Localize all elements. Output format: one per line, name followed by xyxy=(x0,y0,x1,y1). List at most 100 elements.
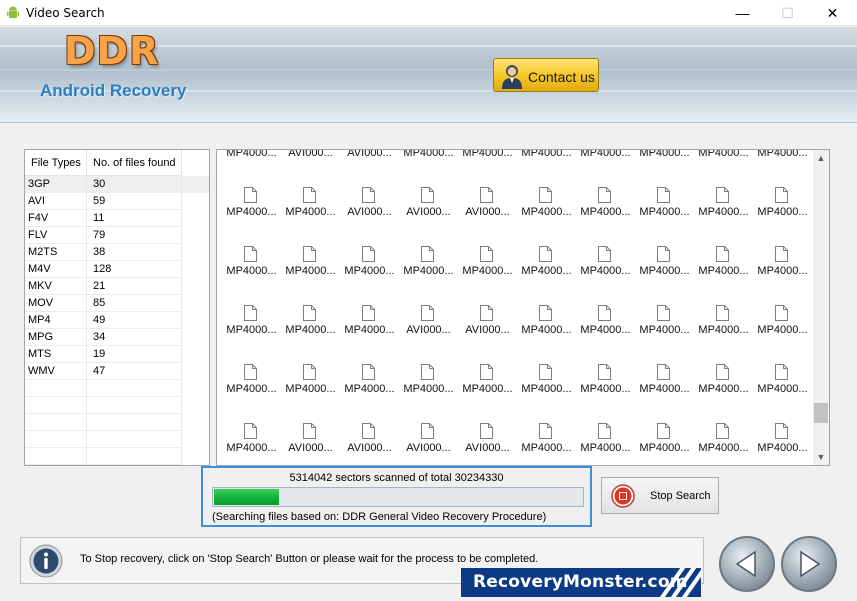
file-item[interactable]: MP4000... xyxy=(222,305,281,355)
file-name: MP4000... xyxy=(403,150,454,159)
minimize-button[interactable]: — xyxy=(720,0,765,26)
next-button[interactable] xyxy=(781,536,837,592)
table-row[interactable]: M4V 128 xyxy=(25,261,209,278)
file-item[interactable]: MP4000... xyxy=(517,187,576,237)
table-row[interactable]: MKV 21 xyxy=(25,278,209,295)
file-item[interactable]: MP4000... xyxy=(281,246,340,296)
file-item[interactable]: MP4000... xyxy=(576,246,635,296)
file-item[interactable]: MP4000... xyxy=(576,305,635,355)
file-item[interactable]: MP4000... xyxy=(635,246,694,296)
file-item[interactable]: MP4000... xyxy=(635,187,694,237)
file-item[interactable]: MP4000... xyxy=(753,423,812,465)
document-icon xyxy=(244,187,257,203)
file-count-cell: 38 xyxy=(87,244,182,261)
file-types-table[interactable]: File Types No. of files found 3GP 30 AVI 59… xyxy=(24,149,210,466)
file-item[interactable]: MP4000... xyxy=(576,423,635,465)
file-item[interactable]: MP4000... xyxy=(694,423,753,465)
table-row[interactable]: M2TS 38 xyxy=(25,244,209,261)
file-item[interactable]: MP4000... xyxy=(753,187,812,237)
file-item[interactable]: MP4000... xyxy=(340,305,399,355)
contact-us-label: Contact us xyxy=(528,69,595,85)
file-item[interactable]: MP4000... xyxy=(399,364,458,414)
table-row[interactable] xyxy=(25,448,209,465)
file-item[interactable]: MP4000... xyxy=(694,150,753,178)
column-header-file-types[interactable]: File Types xyxy=(25,150,87,176)
file-item[interactable]: MP4000... xyxy=(694,187,753,237)
file-item[interactable]: AVI000... xyxy=(340,187,399,237)
file-item[interactable]: AVI000... xyxy=(399,187,458,237)
file-item[interactable]: MP4000... xyxy=(222,187,281,237)
file-item[interactable]: MP4000... xyxy=(340,364,399,414)
close-button[interactable]: ✕ xyxy=(810,0,855,26)
file-item[interactable]: MP4000... xyxy=(399,246,458,296)
file-item[interactable]: MP4000... xyxy=(222,246,281,296)
file-type-cell: MTS xyxy=(25,346,87,363)
file-item[interactable]: MP4000... xyxy=(694,364,753,414)
scroll-up-arrow-icon[interactable]: ▲ xyxy=(813,150,829,166)
file-item[interactable]: MP4000... xyxy=(694,246,753,296)
file-item[interactable]: MP4000... xyxy=(753,150,812,178)
table-row[interactable]: AVI 59 xyxy=(25,193,209,210)
found-files-grid[interactable]: MP4000... AVI000... AVI000... MP4000... MP40… xyxy=(216,149,830,466)
table-row[interactable]: WMV 47 xyxy=(25,363,209,380)
file-item[interactable]: MP4000... xyxy=(281,364,340,414)
table-row[interactable]: MP4 49 xyxy=(25,312,209,329)
scroll-down-arrow-icon[interactable]: ▼ xyxy=(813,449,829,465)
back-button[interactable] xyxy=(719,536,775,592)
scrollbar-thumb[interactable] xyxy=(814,403,828,423)
file-item[interactable]: MP4000... xyxy=(694,305,753,355)
file-item[interactable]: MP4000... xyxy=(753,305,812,355)
file-name: MP4000... xyxy=(521,265,572,277)
file-item[interactable]: MP4000... xyxy=(576,364,635,414)
column-header-files-found[interactable]: No. of files found xyxy=(87,150,182,176)
file-item[interactable]: MP4000... xyxy=(458,150,517,178)
file-item[interactable]: MP4000... xyxy=(753,246,812,296)
file-item[interactable]: AVI000... xyxy=(458,423,517,465)
file-item[interactable]: AVI000... xyxy=(281,150,340,178)
file-item[interactable]: MP4000... xyxy=(281,187,340,237)
file-item[interactable]: MP4000... xyxy=(635,150,694,178)
table-row[interactable] xyxy=(25,414,209,431)
file-item[interactable]: MP4000... xyxy=(517,423,576,465)
table-row[interactable]: MOV 85 xyxy=(25,295,209,312)
table-row[interactable] xyxy=(25,431,209,448)
table-row[interactable] xyxy=(25,397,209,414)
file-item[interactable]: AVI000... xyxy=(458,187,517,237)
file-item[interactable]: MP4000... xyxy=(222,364,281,414)
table-row[interactable]: F4V 11 xyxy=(25,210,209,227)
file-item[interactable]: AVI000... xyxy=(399,423,458,465)
table-row[interactable]: MPG 34 xyxy=(25,329,209,346)
file-item[interactable]: AVI000... xyxy=(340,423,399,465)
contact-us-button[interactable]: Contact us xyxy=(493,58,599,92)
file-item[interactable]: MP4000... xyxy=(458,364,517,414)
file-item[interactable]: AVI000... xyxy=(340,150,399,178)
file-item[interactable]: MP4000... xyxy=(399,150,458,178)
file-item[interactable]: AVI000... xyxy=(399,305,458,355)
file-item[interactable]: MP4000... xyxy=(458,246,517,296)
table-row[interactable]: MTS 19 xyxy=(25,346,209,363)
table-row[interactable]: FLV 79 xyxy=(25,227,209,244)
file-item[interactable]: MP4000... xyxy=(281,305,340,355)
file-item[interactable]: MP4000... xyxy=(753,364,812,414)
stop-search-button[interactable]: Stop Search xyxy=(601,477,719,514)
vertical-scrollbar[interactable]: ▲ ▼ xyxy=(813,150,829,465)
file-item[interactable]: MP4000... xyxy=(222,423,281,465)
maximize-button[interactable]: ☐ xyxy=(765,0,810,26)
document-icon xyxy=(362,187,375,203)
file-name: MP4000... xyxy=(698,150,749,159)
file-item[interactable]: MP4000... xyxy=(517,246,576,296)
file-item[interactable]: MP4000... xyxy=(517,305,576,355)
file-item[interactable]: MP4000... xyxy=(635,364,694,414)
table-row[interactable]: 3GP 30 xyxy=(25,176,209,193)
file-item[interactable]: MP4000... xyxy=(517,150,576,178)
file-item[interactable]: MP4000... xyxy=(635,305,694,355)
file-item[interactable]: MP4000... xyxy=(222,150,281,178)
table-row[interactable] xyxy=(25,380,209,397)
file-item[interactable]: MP4000... xyxy=(517,364,576,414)
file-item[interactable]: MP4000... xyxy=(340,246,399,296)
file-item[interactable]: AVI000... xyxy=(458,305,517,355)
file-item[interactable]: MP4000... xyxy=(576,150,635,178)
file-item[interactable]: AVI000... xyxy=(281,423,340,465)
file-item[interactable]: MP4000... xyxy=(635,423,694,465)
file-item[interactable]: MP4000... xyxy=(576,187,635,237)
